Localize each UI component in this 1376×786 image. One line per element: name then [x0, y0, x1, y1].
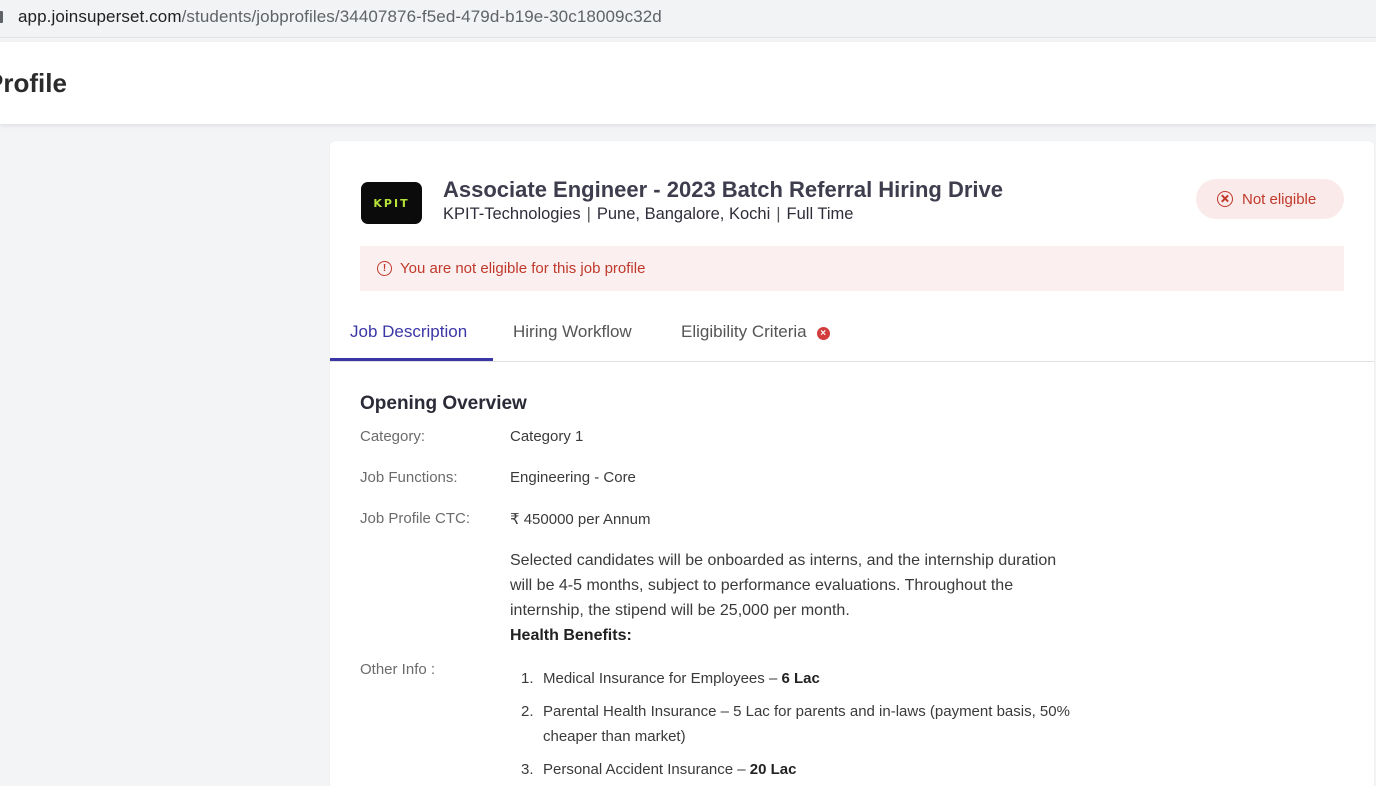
x-circle-filled-icon: ×: [816, 327, 830, 340]
list-item: 2. Parental Health Insurance – 5 Lac for…: [510, 699, 1070, 749]
company-logo: KPIT: [361, 182, 422, 224]
active-tab-indicator: [330, 358, 493, 361]
url-text[interactable]: app.joinsuperset.com/students/jobprofile…: [18, 7, 662, 27]
separator: |: [586, 205, 591, 223]
tab-bar: Job Description Hiring Workflow Eligibil…: [330, 311, 1374, 362]
other-info-label: Other Info :: [360, 661, 436, 678]
alert-circle-icon: !: [377, 261, 392, 276]
tab-label: Job Description: [350, 322, 468, 341]
job-profile-card: KPIT Associate Engineer - 2023 Batch Ref…: [330, 141, 1374, 786]
health-benefits-heading: Health Benefits:: [510, 627, 632, 644]
ctc-value: ₹ 450000 per Annum: [510, 511, 651, 528]
page-header: Profile: [0, 42, 1376, 124]
benefit-text: Parental Health Insurance – 5 Lac for pa…: [543, 703, 1070, 745]
category-value: Category 1: [510, 428, 584, 445]
section-title: Opening Overview: [360, 393, 527, 414]
list-item: 1. Medical Insurance for Employees – 6 L…: [510, 666, 1070, 691]
browser-url-bar[interactable]: app.joinsuperset.com/students/jobprofile…: [0, 0, 1376, 38]
x-circle-icon: [1217, 191, 1233, 207]
list-item: 3. Personal Accident Insurance – 20 Lac: [510, 757, 1070, 782]
separator: |: [776, 205, 781, 223]
category-label: Category:: [360, 428, 426, 445]
lock-icon: [0, 11, 3, 23]
job-subline: KPIT-Technologies | Pune, Bangalore, Kochi…: [443, 205, 853, 224]
job-type: Full Time: [786, 205, 854, 223]
tab-hiring-workflow[interactable]: Hiring Workflow: [513, 322, 632, 342]
benefit-amount: 6 Lac: [781, 670, 820, 687]
url-domain: app.joinsuperset.com: [18, 7, 182, 26]
benefits-list: 1. Medical Insurance for Employees – 6 L…: [510, 666, 1070, 782]
benefit-text: Personal Accident Insurance –: [543, 761, 750, 778]
page-title: Profile: [0, 68, 67, 98]
job-functions-value: Engineering - Core: [510, 469, 636, 486]
job-title: Associate Engineer - 2023 Batch Referral…: [443, 177, 1003, 202]
list-number: 3.: [521, 761, 534, 778]
company-name: KPIT-Technologies: [443, 205, 581, 223]
eligibility-status-label: Not eligible: [1242, 190, 1317, 208]
company-logo-text: KPIT: [373, 196, 410, 210]
job-functions-label: Job Functions:: [360, 469, 458, 486]
url-path: /students/jobprofiles/34407876-f5ed-479d…: [181, 7, 662, 26]
alert-text: You are not eligible for this job profil…: [400, 260, 646, 277]
not-eligible-alert: ! You are not eligible for this job prof…: [360, 246, 1344, 291]
list-number: 2.: [521, 703, 534, 720]
benefit-amount: 20 Lac: [749, 761, 797, 778]
tab-eligibility-criteria[interactable]: Eligibility Criteria ×: [681, 322, 830, 342]
eligibility-status-badge: Not eligible: [1196, 179, 1344, 219]
benefit-text: Medical Insurance for Employees –: [543, 670, 782, 687]
job-locations: Pune, Bangalore, Kochi: [596, 205, 771, 223]
list-number: 1.: [521, 670, 534, 687]
ctc-label: Job Profile CTC:: [360, 510, 471, 527]
tab-job-description[interactable]: Job Description: [350, 322, 467, 342]
tab-label: Hiring Workflow: [513, 322, 632, 341]
tab-label: Eligibility Criteria: [681, 322, 807, 341]
other-info-value: Selected candidates will be onboarded as…: [510, 548, 1080, 648]
other-info-text: Selected candidates will be onboarded as…: [510, 552, 1057, 619]
